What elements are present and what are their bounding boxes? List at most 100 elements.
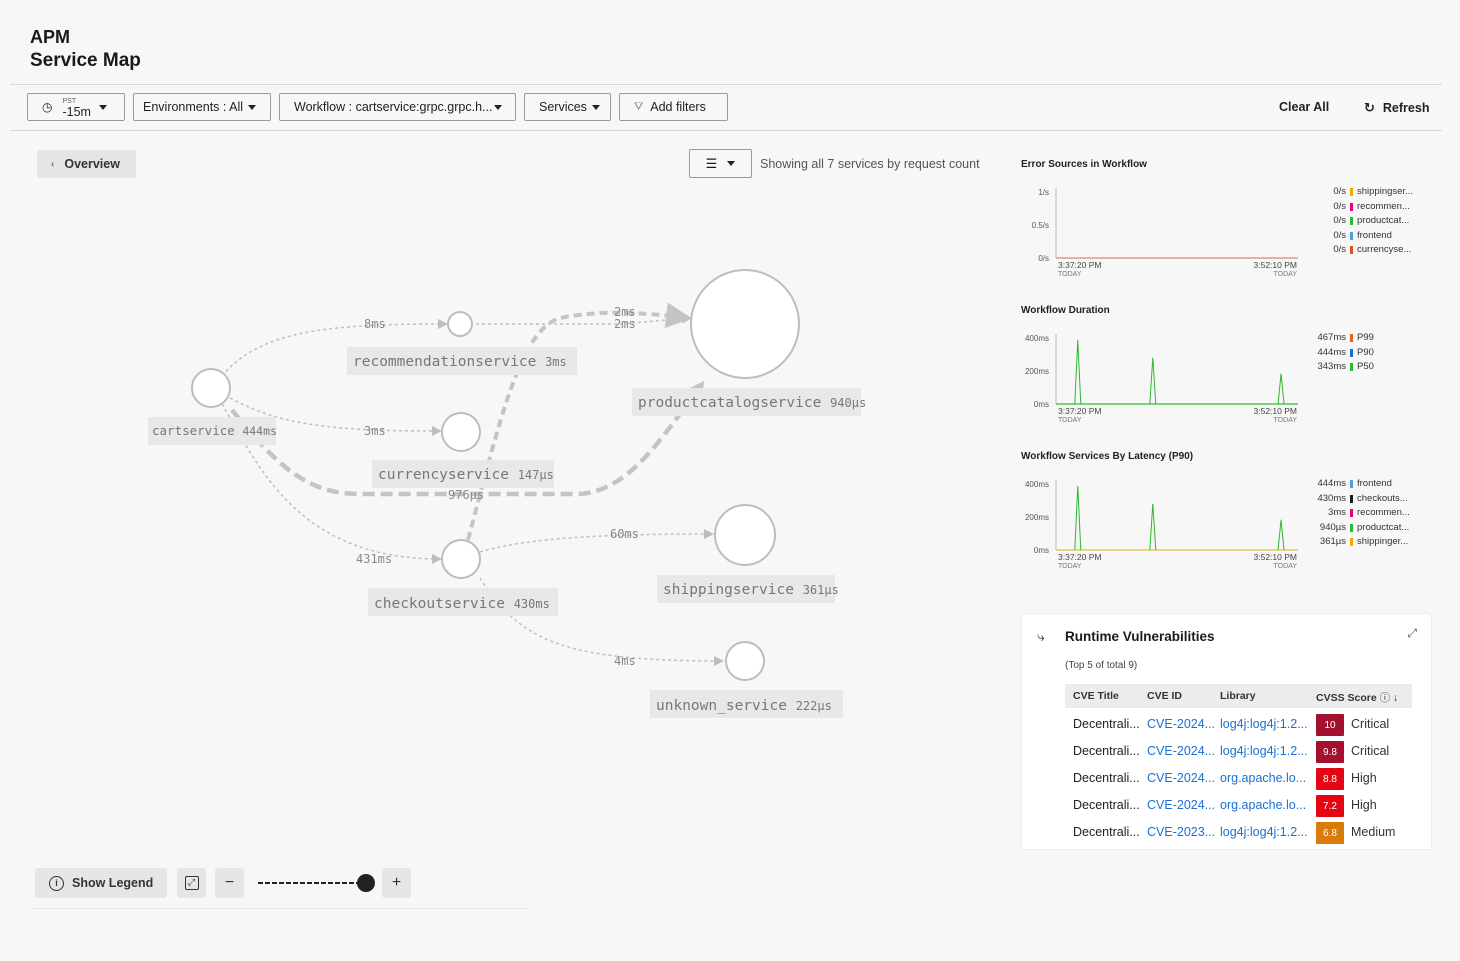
legend-item[interactable]: 343ms P50 bbox=[1300, 360, 1373, 375]
branch-icon: ⤷ bbox=[1037, 628, 1045, 644]
legend-item[interactable]: 0/s currencyse... bbox=[1300, 243, 1413, 258]
legend-swatch bbox=[1350, 494, 1353, 503]
cvss-score-badge: 9.8 bbox=[1316, 741, 1344, 763]
cve-id-link[interactable]: CVE-2024... bbox=[1147, 717, 1217, 731]
node-recommendationservice[interactable] bbox=[447, 311, 473, 337]
node-checkoutservice[interactable] bbox=[441, 539, 481, 579]
legend-swatch bbox=[1350, 231, 1353, 240]
node-unknown-service[interactable] bbox=[725, 641, 765, 681]
node-shippingservice[interactable] bbox=[714, 504, 776, 566]
legend-item[interactable]: 3ms recommen... bbox=[1300, 506, 1410, 521]
svg-text:productcatalogservice 940µs: productcatalogservice 940µs bbox=[638, 395, 866, 411]
library-link[interactable]: org.apache.lo... bbox=[1220, 771, 1312, 785]
vulnerability-row[interactable]: Decentrali... CVE-2024... org.apache.lo...… bbox=[1065, 768, 1425, 790]
zoom-slider[interactable] bbox=[255, 872, 380, 894]
legend-item[interactable]: 0/s shippingser... bbox=[1300, 185, 1413, 200]
cvss-score-badge: 8.8 bbox=[1316, 768, 1344, 790]
cve-id-link[interactable]: CVE-2024... bbox=[1147, 798, 1217, 812]
workflow-duration-title: Workflow Duration bbox=[1021, 305, 1110, 316]
severity-label: Critical bbox=[1351, 744, 1390, 758]
node-latency: 222µs bbox=[796, 699, 832, 713]
y-tick-label: 0.5/s bbox=[1032, 221, 1049, 230]
legend-item[interactable]: 444ms P90 bbox=[1300, 346, 1374, 361]
severity-label: Medium bbox=[1351, 825, 1396, 839]
cve-id-link[interactable]: CVE-2024... bbox=[1147, 771, 1217, 785]
svg-text:currencyservice 147µs: currencyservice 147µs bbox=[378, 467, 554, 483]
sort-down-icon: ↓ bbox=[1393, 692, 1399, 704]
x-tick-sublabel: TODAY bbox=[1274, 563, 1298, 570]
vulnerability-row[interactable]: Decentrali... CVE-2024... org.apache.lo...… bbox=[1065, 795, 1425, 817]
legend-label: recommen... bbox=[1357, 507, 1410, 518]
library-link[interactable]: log4j:log4j:1.2... bbox=[1220, 744, 1312, 758]
legend-item[interactable]: 0/s productcat... bbox=[1300, 214, 1413, 229]
error-sources-legend: 0/s shippingser... 0/s recommen... 0/s produc… bbox=[1300, 185, 1413, 258]
edge-label: 431ms bbox=[356, 552, 392, 566]
legend-item[interactable]: 467ms P99 bbox=[1300, 331, 1373, 346]
edge-label: 3ms bbox=[364, 424, 386, 438]
bottom-divider bbox=[33, 908, 528, 909]
zoom-in-button[interactable]: + bbox=[382, 868, 411, 898]
clear-all-button[interactable]: Clear All bbox=[1279, 100, 1329, 114]
column-header[interactable]: CVE Title bbox=[1073, 690, 1119, 702]
y-tick-label: 1/s bbox=[1038, 188, 1049, 197]
service-map[interactable]: 8ms 3ms 976µs 431ms 2ms 2ms 60ms 4ms car… bbox=[0, 0, 1000, 860]
y-tick-label: 200ms bbox=[1025, 513, 1049, 522]
legend-value: 444ms bbox=[1317, 346, 1346, 358]
refresh-button[interactable]: ↻ Refresh bbox=[1364, 100, 1429, 116]
library-link[interactable]: log4j:log4j:1.2... bbox=[1220, 825, 1312, 839]
show-legend-label: Show Legend bbox=[72, 876, 154, 890]
legend-label: P90 bbox=[1357, 346, 1374, 358]
legend-swatch bbox=[1350, 363, 1353, 372]
series-spike bbox=[1277, 373, 1285, 405]
legend-item[interactable]: 0/s recommen... bbox=[1300, 200, 1413, 215]
legend-swatch bbox=[1350, 334, 1353, 343]
legend-label: currencyse... bbox=[1357, 244, 1412, 255]
cve-id-link[interactable]: CVE-2023... bbox=[1147, 825, 1217, 839]
zoom-out-button[interactable]: − bbox=[215, 868, 244, 898]
edge-checkout-shipping bbox=[479, 529, 714, 553]
series-spike bbox=[1074, 339, 1082, 405]
refresh-icon: ↻ bbox=[1364, 100, 1375, 115]
vulnerabilities-table-header: CVE Title CVE ID Library CVSS Score ⓘ ↓ bbox=[1065, 684, 1412, 708]
column-header[interactable]: CVE ID bbox=[1147, 690, 1182, 702]
edge-recommendation-productcatalog bbox=[476, 313, 692, 325]
node-productcatalogservice[interactable] bbox=[690, 269, 800, 379]
node-latency: 444ms bbox=[242, 424, 277, 438]
legend-value: 0/s bbox=[1333, 244, 1346, 255]
vulnerability-row[interactable]: Decentrali... CVE-2024... log4j:log4j:1.2.… bbox=[1065, 714, 1425, 736]
edge-label: 2ms bbox=[614, 317, 636, 331]
legend-label: productcat... bbox=[1357, 521, 1410, 533]
library-link[interactable]: log4j:log4j:1.2... bbox=[1220, 717, 1312, 731]
severity-label: Critical bbox=[1351, 717, 1390, 731]
series-spike bbox=[1149, 503, 1157, 551]
cvss-score-badge: 7.2 bbox=[1316, 795, 1344, 817]
column-header[interactable]: Library bbox=[1220, 690, 1256, 702]
legend-item[interactable]: 444ms frontend bbox=[1300, 477, 1410, 492]
vulnerabilities-title: Runtime Vulnerabilities bbox=[1065, 629, 1215, 644]
vulnerability-row[interactable]: Decentrali... CVE-2023... log4j:log4j:1.2.… bbox=[1065, 822, 1425, 844]
expand-icon: ⤢ bbox=[184, 876, 199, 890]
legend-item[interactable]: 0/s frontend bbox=[1300, 229, 1413, 244]
vulnerability-row[interactable]: Decentrali... CVE-2024... log4j:log4j:1.2.… bbox=[1065, 741, 1425, 763]
zoom-slider-handle[interactable] bbox=[357, 874, 375, 892]
node-currencyservice[interactable] bbox=[441, 412, 481, 452]
expand-icon[interactable]: ⤢ bbox=[1407, 626, 1417, 641]
legend-value: 0/s bbox=[1333, 215, 1346, 226]
node-name: currencyservice bbox=[378, 467, 509, 483]
error-sources-title: Error Sources in Workflow bbox=[1021, 159, 1147, 170]
services-latency-title: Workflow Services By Latency (P90) bbox=[1021, 451, 1194, 462]
node-cartservice[interactable] bbox=[191, 368, 231, 408]
legend-item[interactable]: 940µs productcat... bbox=[1300, 521, 1410, 536]
fit-to-screen-button[interactable]: ⤢ bbox=[177, 868, 206, 898]
legend-swatch bbox=[1350, 217, 1353, 226]
legend-item[interactable]: 361µs shippinger... bbox=[1300, 535, 1410, 550]
x-tick-sublabel: TODAY bbox=[1274, 271, 1298, 278]
x-tick-sublabel: TODAY bbox=[1058, 417, 1082, 424]
library-link[interactable]: org.apache.lo... bbox=[1220, 798, 1312, 812]
legend-item[interactable]: 430ms checkouts... bbox=[1300, 492, 1410, 507]
workflow-duration-chart: 400ms200ms0ms3:37:20 PMTODAY3:52:10 PMTO… bbox=[1025, 334, 1298, 424]
show-legend-button[interactable]: i Show Legend bbox=[35, 868, 167, 898]
node-name: unknown_service bbox=[656, 698, 787, 714]
column-header-cvss[interactable]: CVSS Score ⓘ ↓ bbox=[1316, 690, 1398, 705]
cve-id-link[interactable]: CVE-2024... bbox=[1147, 744, 1217, 758]
